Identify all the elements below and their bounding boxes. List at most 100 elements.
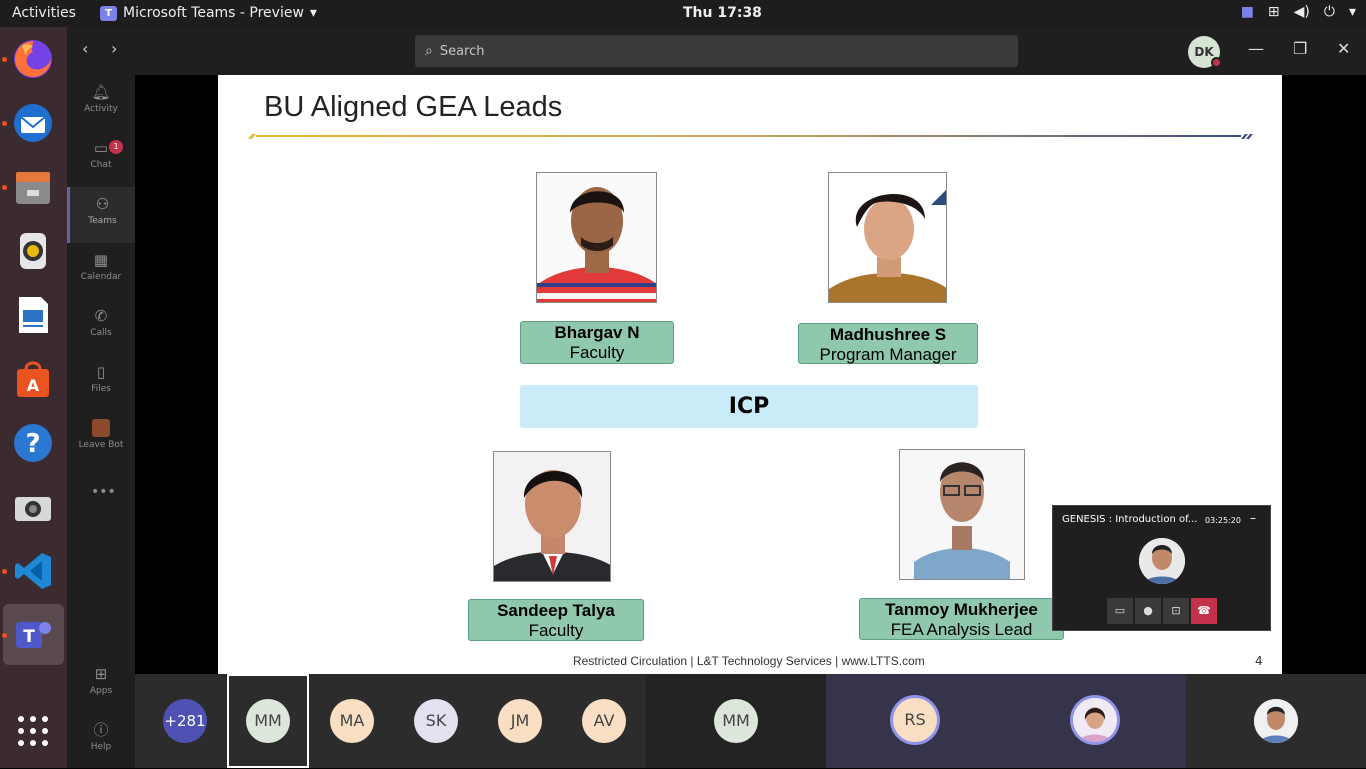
name-card: Madhushree S Program Manager [798,323,978,364]
rail-item-label: Help [90,742,112,752]
app-menu-label: Microsoft Teams - Preview [123,5,304,21]
close-icon[interactable]: ✕ [1337,39,1350,58]
restore-icon[interactable]: ❐ [1293,39,1307,58]
rail-item-leave-bot[interactable]: Leave Bot [67,411,135,467]
person-name: Sandeep Talya [497,601,615,620]
slide-footer: Restricted Circulation | L&T Technology … [573,654,925,668]
volume-icon[interactable]: ◀) [1294,4,1310,20]
rhythmbox-icon[interactable] [9,227,57,275]
system-tray[interactable]: ■ ⊞ ◀) ⏻ ▾ [1241,4,1356,20]
rail-item-label: Calls [90,328,112,338]
participant-tile[interactable]: SK [393,674,477,768]
rail-item-label: Chat [90,160,112,170]
teams-app-bar: 🔔︎ Activity ▭ Chat 1 ⚇ Teams ▦ Calendar … [67,27,135,768]
rail-item-label: Apps [89,686,113,696]
minimize-button[interactable]: – [1250,511,1256,525]
rail-item-teams[interactable]: ⚇ Teams [67,187,135,243]
status-indicator [1211,57,1222,68]
running-indicator [2,121,7,126]
svg-text:A: A [27,376,40,395]
rail-item-label: Activity [84,104,118,114]
teams-tray-icon[interactable]: ■ [1241,4,1254,20]
presenter-avatar [1139,538,1185,584]
calendar-icon: ▦ [93,251,109,269]
teams-icon: ⚇ [95,195,110,213]
participant-tile[interactable]: AV [561,674,645,768]
show-apps-icon[interactable] [9,707,57,755]
participant-avatar: SK [414,699,458,743]
rail-item-activity[interactable]: 🔔︎ Activity [67,75,135,131]
overflow-count: +281 [163,699,207,743]
rail-item-apps[interactable]: ⊞ Apps [67,657,135,713]
file-icon: ▯ [96,363,106,381]
hang-up-button[interactable]: ☎ [1191,598,1217,624]
participant-tile-selected[interactable]: MM [227,674,309,768]
vscode-icon[interactable] [9,547,57,595]
participant-avatar: JM [498,699,542,743]
participant-avatar: MA [330,699,374,743]
person-name: Bhargav N [554,323,640,342]
rail-item-calls[interactable]: ✆ Calls [67,299,135,355]
firefox-icon[interactable] [9,35,57,83]
thunderbird-icon[interactable] [9,99,57,147]
svg-text:?: ? [25,429,40,459]
network-icon[interactable]: ⊞ [1268,4,1280,20]
back-icon[interactable]: ‹ [82,39,88,58]
slide-page-number: 4 [1255,654,1263,668]
chevron-down-icon[interactable]: ▾ [1349,4,1356,20]
power-icon[interactable]: ⏻ [1324,4,1335,20]
rail-item-files[interactable]: ▯ Files [67,355,135,411]
title-underline [248,134,1253,139]
rail-item-label: Teams [88,216,117,226]
person-role: Faculty [569,343,625,362]
app-menu[interactable]: T Microsoft Teams - Preview ▾ [100,5,317,21]
activities-button[interactable]: Activities [12,5,76,21]
svg-text:T: T [23,627,35,647]
participant-avatar: AV [582,699,626,743]
participant-tile[interactable] [1186,674,1366,768]
software-icon[interactable]: A [9,355,57,403]
call-monitor-window[interactable]: GENESIS : Introduction of... 03:25:20 – … [1052,505,1271,631]
participant-tile[interactable]: MM [646,674,826,768]
files-icon[interactable] [9,163,57,211]
participant-avatar: RS [893,698,937,742]
camera-icon[interactable] [9,483,57,531]
chat-icon: ▭ [93,139,109,157]
writer-icon[interactable] [9,291,57,339]
group-banner: ICP [520,385,978,428]
meeting-title: GENESIS : Introduction of... [1062,514,1198,525]
teams-app-icon: T [100,5,117,21]
unread-badge: 1 [109,140,123,154]
forward-icon[interactable]: › [111,39,117,58]
more-apps-button[interactable]: ••• [67,475,135,509]
rail-item-calendar[interactable]: ▦ Calendar [67,243,135,299]
participant-tile-speaking[interactable]: RS [826,674,1006,768]
participant-tile[interactable]: JM [477,674,561,768]
rail-item-help[interactable]: ⓘ Help [67,713,135,769]
participant-gallery: +281 MM MA SK JM AV MM RS [135,674,1366,768]
name-card: Bhargav N Faculty [520,321,674,364]
participant-tile[interactable]: MA [309,674,393,768]
portrait-photo [536,172,657,303]
microphone-icon[interactable]: ● [1135,598,1161,624]
clock[interactable]: Thu 17:38 [683,5,762,21]
help-icon[interactable]: ? [9,419,57,467]
person-name: Tanmoy Mukherjee [885,600,1038,619]
running-indicator [2,185,7,190]
teams-title-bar: ‹ › ⌕ Search DK — ❐ ✕ [67,27,1366,75]
rail-item-chat[interactable]: ▭ Chat 1 [67,131,135,187]
participant-avatar: MM [246,699,290,743]
dock: A ? T [0,27,67,768]
share-screen-icon[interactable]: ⊡ [1163,598,1189,624]
rail-item-label: Files [91,384,111,394]
camera-off-icon[interactable]: ▭ [1107,598,1133,624]
participant-avatar: MM [714,699,758,743]
teams-icon[interactable]: T [9,611,57,659]
participant-tile-speaking[interactable] [1006,674,1186,768]
overflow-participants-tile[interactable]: +281 [135,674,227,768]
profile-avatar[interactable]: DK [1188,36,1222,68]
person-role: Faculty [528,621,584,640]
search-input[interactable]: ⌕ Search [415,35,1018,67]
call-timer: 03:25:20 [1205,516,1241,525]
minimize-icon[interactable]: — [1248,39,1264,58]
